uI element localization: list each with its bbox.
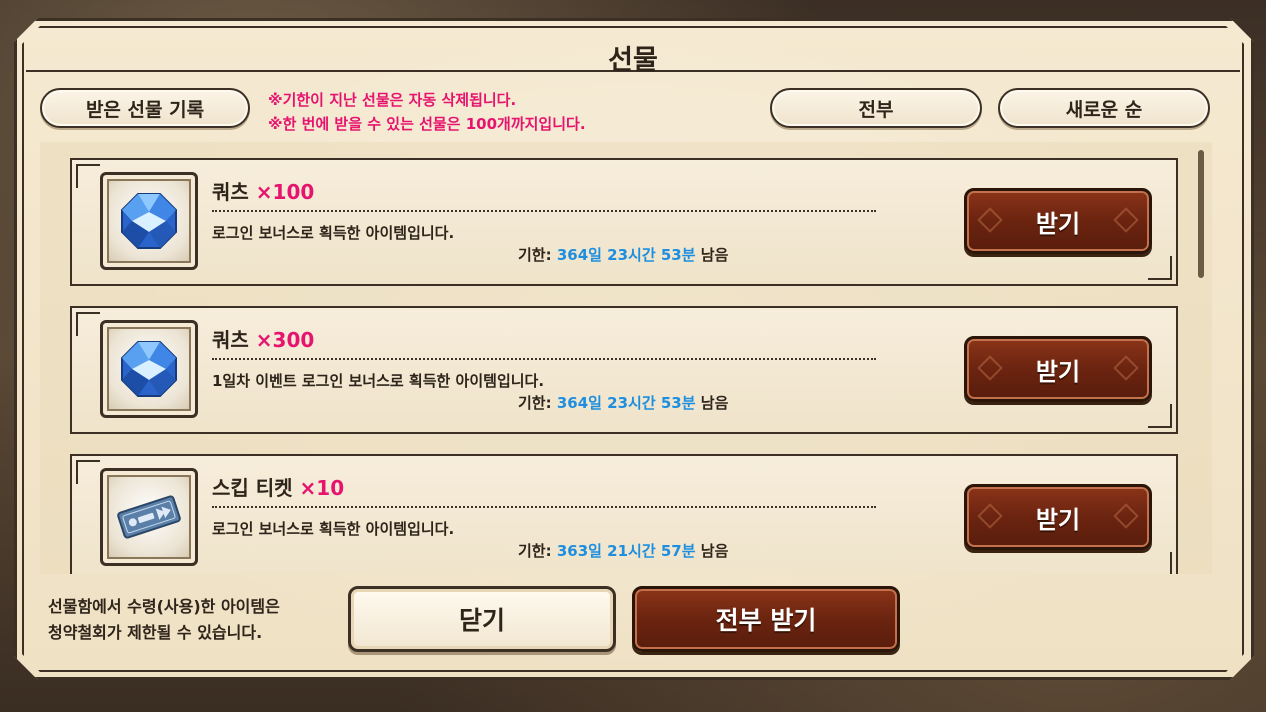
- refund-notice-line2: 청약철회가 제한될 수 있습니다.: [48, 623, 263, 642]
- gift-list-clip: 스킵 티켓 ×10 로그인 보너스로 획득한 아이템입니다. 기한: 363일 …: [0, 0, 1266, 574]
- gift-expiry: 기한: 363일 21시간 57분 남음: [518, 540, 728, 561]
- diamond-deco-icon: [1113, 503, 1139, 529]
- gift-quantity: ×10: [299, 476, 345, 500]
- expiry-prefix: 기한:: [518, 542, 557, 560]
- divider: [212, 506, 876, 508]
- refund-notice: 선물함에서 수령(사용)한 아이템은 청약철회가 제한될 수 있습니다.: [48, 594, 280, 646]
- diamond-deco-icon: [977, 503, 1003, 529]
- gift-icon-frame: [100, 468, 198, 566]
- claim-all-button[interactable]: 전부 받기: [632, 586, 900, 652]
- gift-item: 스킵 티켓 ×10 로그인 보너스로 획득한 아이템입니다. 기한: 363일 …: [70, 454, 1178, 574]
- gift-name-text: 스킵 티켓: [212, 476, 293, 500]
- expiry-time: 363일 21시간 57분: [556, 542, 696, 560]
- gift-description: 로그인 보너스로 획득한 아이템입니다.: [212, 520, 455, 538]
- close-button[interactable]: 닫기: [348, 586, 616, 652]
- expiry-suffix: 남음: [695, 542, 729, 560]
- skip-ticket-icon: [109, 477, 189, 557]
- gift-name: 스킵 티켓 ×10: [212, 472, 344, 501]
- claim-button[interactable]: 받기: [964, 484, 1152, 550]
- refund-notice-line1: 선물함에서 수령(사용)한 아이템은: [48, 597, 280, 616]
- claim-label: 받기: [1035, 505, 1081, 534]
